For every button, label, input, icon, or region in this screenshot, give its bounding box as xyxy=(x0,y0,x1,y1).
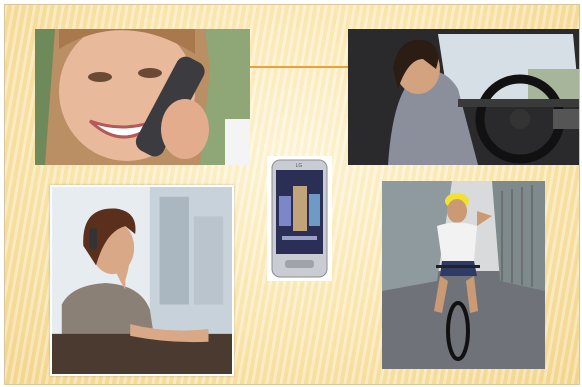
cyclist-on-phone-photo xyxy=(382,181,545,369)
svg-text:LG: LG xyxy=(296,163,303,169)
slide: LG xyxy=(4,4,580,385)
woman-at-desk-on-phone-photo xyxy=(50,185,234,376)
touchscreen-phone-photo: LG xyxy=(267,156,332,281)
driver-on-phone-photo xyxy=(348,29,579,165)
girl-on-phone-photo xyxy=(35,29,250,165)
